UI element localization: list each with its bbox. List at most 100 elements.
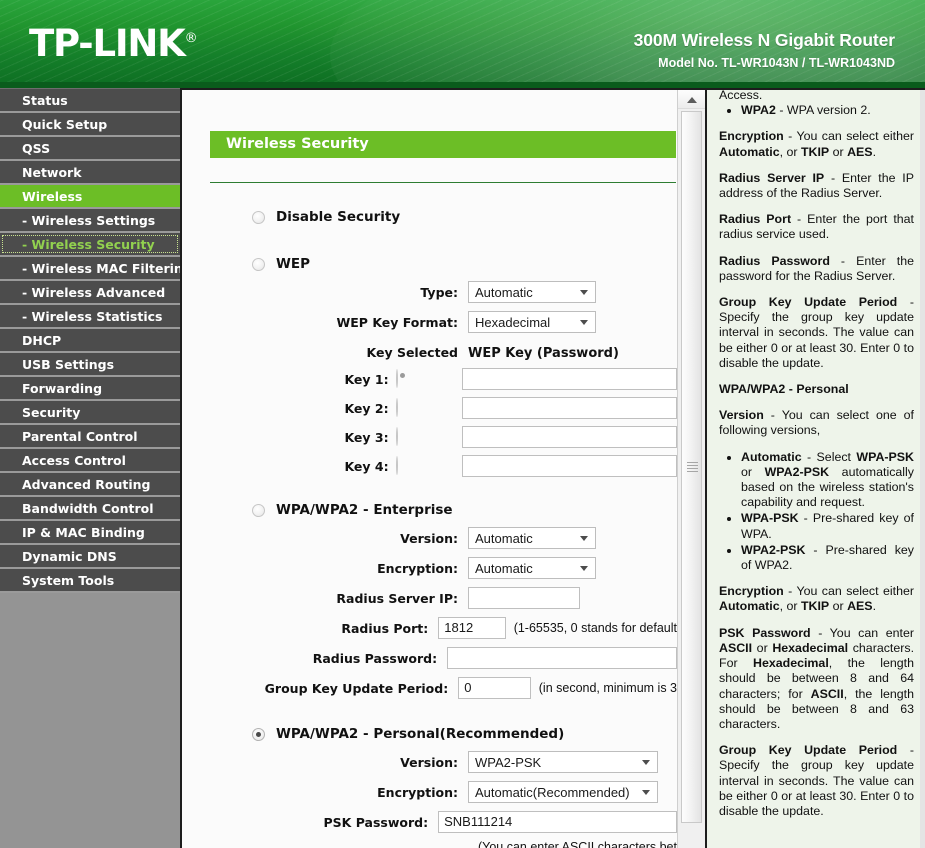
sidebar-item-label: - Wireless MAC Filtering — [22, 261, 180, 276]
chevron-down-icon — [580, 536, 588, 541]
wep-key-input[interactable] — [461, 368, 677, 390]
help-encryption-1-aes: AES — [847, 144, 873, 159]
help-encryption-2-auto: Automatic — [719, 599, 780, 614]
help-psk-ascii: ASCII — [719, 640, 753, 655]
sidebar-item-wireless-security[interactable]: - Wireless Security — [0, 233, 180, 257]
wep-key-input[interactable] — [461, 426, 677, 448]
wep-key-radio[interactable] — [395, 398, 398, 417]
sidebar-item-label: System Tools — [22, 573, 115, 588]
ent-encryption-select[interactable]: Automatic — [468, 557, 596, 579]
sidebar-item-network[interactable]: Network — [0, 161, 180, 185]
section-wpa-personal: WPA/WPA2 - Personal(Recommended) Version… — [210, 726, 677, 848]
sidebar-item-label: Parental Control — [22, 429, 138, 444]
help-encryption-2-aes: AES — [847, 599, 873, 614]
sidebar-item-dhcp[interactable]: DHCP — [0, 329, 180, 353]
chevron-down-icon — [642, 760, 650, 765]
section-disable-security: Disable Security — [210, 209, 677, 225]
wep-key-format-row: WEP Key Format: Hexadecimal — [210, 311, 677, 333]
help-encryption-1-tkip: TKIP — [800, 144, 830, 159]
sidebar-item-dynamic-dns[interactable]: Dynamic DNS — [0, 545, 180, 569]
help-bullet-wpapsk-term: WPA-PSK — [741, 511, 799, 526]
sidebar-item-label: - Wireless Settings — [22, 213, 156, 228]
wep-key-input[interactable] — [461, 455, 677, 477]
main-scrollbar[interactable] — [677, 90, 705, 848]
scrollbar-thumb[interactable] — [681, 111, 702, 823]
logo-text: TP-LINK — [29, 22, 186, 65]
disable-security-radio[interactable] — [252, 210, 265, 224]
wep-key-format-label: WEP Key Format: — [336, 314, 458, 330]
sidebar-item-access-control[interactable]: Access Control — [0, 449, 180, 473]
wep-key-radio[interactable] — [395, 369, 398, 388]
sidebar-item-quick-setup[interactable]: Quick Setup — [0, 113, 180, 137]
disable-security-label: Disable Security — [276, 209, 401, 225]
psn-encryption-value: Automatic(Recommended) — [475, 784, 630, 800]
help-encryption-1-mid3: or — [829, 144, 848, 159]
psn-psk-note: (You can enter ASCII characters between — [478, 840, 677, 848]
psn-version-select[interactable]: WPA2-PSK — [468, 751, 658, 773]
router-product-title: 300M Wireless N Gigabit Router — [633, 30, 895, 50]
wep-type-select[interactable]: Automatic — [468, 281, 596, 303]
sidebar-item-wireless-settings[interactable]: - Wireless Settings — [0, 209, 180, 233]
wep-key-format-select[interactable]: Hexadecimal — [468, 311, 596, 333]
help-bullet-wpa2-term: WPA2 — [741, 103, 776, 118]
psn-psk-label: PSK Password: — [323, 814, 429, 830]
sidebar-item-label: Dynamic DNS — [22, 549, 117, 564]
help-psk-ascii2: ASCII — [810, 686, 844, 701]
disable-security-row[interactable]: Disable Security — [252, 209, 677, 225]
help-encryption-2-mid3: or — [829, 599, 848, 614]
wep-radio[interactable] — [252, 257, 265, 271]
wep-key-radio-cell — [395, 456, 462, 475]
ent-radius-port-input[interactable]: 1812 — [438, 617, 506, 639]
scroll-up-button[interactable] — [678, 90, 705, 109]
ent-radius-password-input[interactable] — [447, 647, 677, 669]
sidebar-item-wireless-mac-filtering[interactable]: - Wireless MAC Filtering — [0, 257, 180, 281]
sidebar-item-status[interactable]: Status — [0, 89, 180, 113]
sidebar-item-system-tools[interactable]: System Tools — [0, 569, 180, 593]
ent-radius-ip-input[interactable] — [468, 587, 580, 609]
sidebar-item-usb-settings[interactable]: USB Settings — [0, 353, 180, 377]
sidebar-item-wireless[interactable]: Wireless — [0, 185, 180, 209]
wep-key-radio[interactable] — [395, 427, 398, 446]
sidebar-item-ip-mac-binding[interactable]: IP & MAC Binding — [0, 521, 180, 545]
help-panel: WPA - WPA Protected Access. WPA2 - WPA v… — [705, 88, 925, 848]
wpa-enterprise-row[interactable]: WPA/WPA2 - Enterprise — [252, 502, 677, 518]
wep-row[interactable]: WEP — [252, 256, 677, 272]
wep-label: WEP — [276, 256, 311, 272]
wep-key-label: Key 3: — [344, 429, 389, 445]
sidebar-item-qss[interactable]: QSS — [0, 137, 180, 161]
wep-key-radio[interactable] — [395, 456, 398, 475]
help-version-list: Automatic - Select WPA-PSK or WPA2-PSK a… — [719, 450, 914, 574]
sidebar-item-parental-control[interactable]: Parental Control — [0, 425, 180, 449]
wep-key-row: Key 2: — [210, 397, 677, 419]
wpa-enterprise-radio[interactable] — [252, 503, 265, 517]
psn-encryption-label: Encryption: — [377, 784, 458, 800]
sidebar-item-bandwidth-control[interactable]: Bandwidth Control — [0, 497, 180, 521]
wpa-personal-row[interactable]: WPA/WPA2 - Personal(Recommended) — [252, 726, 677, 742]
help-psk-mid: - You can enter — [810, 625, 914, 640]
psn-psk-input[interactable]: SNB111214 — [438, 811, 677, 833]
sidebar-item-advanced-routing[interactable]: Advanced Routing — [0, 473, 180, 497]
sidebar-item-forwarding[interactable]: Forwarding — [0, 377, 180, 401]
sidebar-item-security[interactable]: Security — [0, 401, 180, 425]
sidebar-item-wireless-statistics[interactable]: - Wireless Statistics — [0, 305, 180, 329]
help-group-key-1: Group Key Update Period - Specify the gr… — [719, 295, 914, 371]
help-scrollbar[interactable] — [920, 90, 925, 848]
wpa-personal-radio[interactable] — [252, 727, 265, 741]
help-bullet-automatic-mid: - Select — [801, 449, 857, 464]
help-group-key-2-term: Group Key Update Period — [719, 743, 898, 758]
ent-version-select[interactable]: Automatic — [468, 527, 596, 549]
help-encryption-2-end: . — [872, 599, 877, 614]
sidebar-item-label: Status — [22, 93, 68, 108]
ent-radius-ip-label: Radius Server IP: — [336, 590, 458, 606]
psn-encryption-select[interactable]: Automatic(Recommended) — [468, 781, 658, 803]
wep-key-rows: Key 1: Key 2: Key 3: Key 4: — [210, 368, 677, 477]
ent-group-key-input[interactable]: 0 — [458, 677, 531, 699]
sidebar-item-wireless-advanced[interactable]: - Wireless Advanced — [0, 281, 180, 305]
ent-version-label: Version: — [400, 530, 458, 546]
help-radius-port-term: Radius Port — [719, 212, 792, 227]
wep-key-row: Key 1: — [210, 368, 677, 390]
help-encryption-1-auto: Automatic — [719, 144, 780, 159]
help-encryption-1-mid2: , or — [779, 144, 801, 159]
help-encryption-2-mid: - You can select either — [783, 584, 914, 599]
wep-key-input[interactable] — [461, 397, 677, 419]
